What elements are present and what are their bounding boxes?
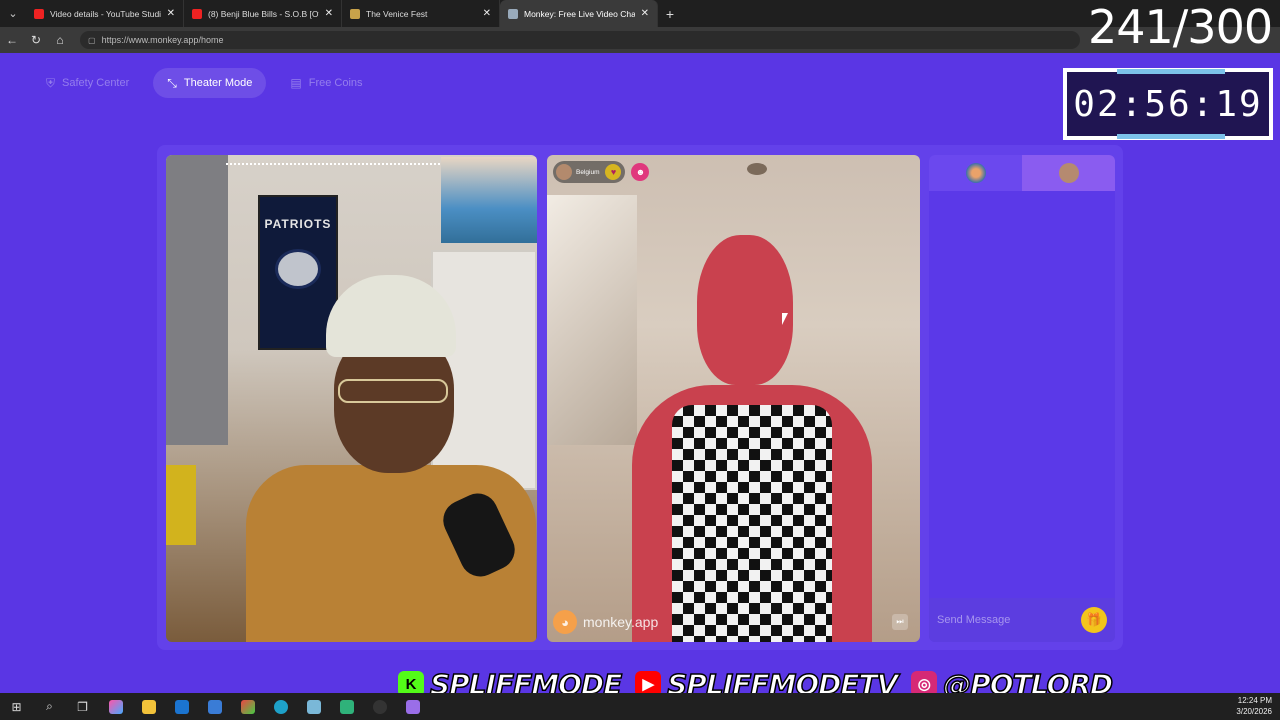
stranger bbox=[587, 235, 887, 642]
country-label: Belgium bbox=[576, 168, 600, 176]
back-arrow-icon[interactable]: ← bbox=[0, 33, 24, 47]
task-view-icon[interactable]: ❐ bbox=[66, 693, 99, 720]
palm-tree-poster bbox=[441, 157, 537, 243]
curtain bbox=[166, 155, 228, 445]
store-icon[interactable] bbox=[198, 693, 231, 720]
mouse-cursor-icon bbox=[782, 313, 788, 325]
brand-text: monkey.app bbox=[583, 614, 659, 630]
browser-tab[interactable]: The Venice Fest ✕ bbox=[342, 0, 500, 27]
chat-header bbox=[929, 155, 1115, 191]
clock-time: 12:24 PM bbox=[1237, 696, 1272, 705]
stream-timer: 02:56:19 bbox=[1063, 68, 1273, 140]
tab-title: Video details - YouTube Studio bbox=[50, 8, 161, 19]
close-tab-icon[interactable]: ✕ bbox=[325, 8, 333, 19]
youtube-studio-favicon-icon bbox=[34, 8, 44, 19]
venice-fest-favicon-icon bbox=[350, 8, 360, 19]
heart-icon[interactable]: ♥ bbox=[605, 164, 622, 180]
skip-icon[interactable]: ⏭ bbox=[892, 614, 908, 630]
obs-icon[interactable] bbox=[363, 693, 396, 720]
streamer bbox=[246, 275, 536, 642]
system-clock[interactable]: 12:24 PM 3/20/2026 bbox=[1236, 695, 1272, 717]
avatar bbox=[1058, 163, 1079, 183]
checkered-dress bbox=[672, 405, 832, 642]
stranger-masked-head bbox=[697, 235, 793, 385]
chat-tab-self[interactable] bbox=[929, 155, 1022, 191]
coins-icon: ▤ bbox=[290, 76, 302, 90]
home-icon[interactable]: ⌂ bbox=[48, 33, 72, 47]
close-tab-icon[interactable]: ✕ bbox=[167, 8, 175, 19]
profile-badge-icon[interactable]: ☻ bbox=[631, 163, 650, 181]
outlook-icon[interactable] bbox=[165, 693, 198, 720]
local-video: PATRIOTS bbox=[166, 155, 537, 642]
poster-text: PATRIOTS bbox=[264, 217, 332, 231]
start-windows-icon[interactable]: ⊞ bbox=[0, 693, 33, 720]
monkey-logo-icon: ◕ bbox=[553, 610, 577, 634]
copilot-icon[interactable] bbox=[99, 693, 132, 720]
browser-tab-active[interactable]: Monkey: Free Live Video Chat ✕ bbox=[500, 0, 658, 27]
theater-mode-button[interactable]: ⤡ Theater Mode bbox=[153, 68, 267, 98]
app-icon[interactable] bbox=[396, 693, 429, 720]
shield-icon: ⛨ bbox=[46, 75, 56, 90]
expand-icon: ⤡ bbox=[167, 75, 177, 90]
app-icon[interactable] bbox=[330, 693, 363, 720]
tab-title: The Venice Fest bbox=[366, 8, 428, 19]
chat-panel: Send Message 🎁 bbox=[929, 155, 1115, 642]
tab-title: (8) Benji Blue Bills - S.O.B [Offi bbox=[208, 8, 319, 19]
ceiling-light bbox=[747, 163, 767, 175]
url-text: https://www.monkey.app/home bbox=[101, 35, 224, 45]
stream-counter: 241/300 bbox=[1088, 0, 1273, 54]
remote-user-badges: Belgium ♥ ☻ bbox=[553, 161, 650, 183]
tab-title: Monkey: Free Live Video Chat bbox=[524, 8, 635, 19]
avatar bbox=[556, 164, 572, 180]
avatar bbox=[965, 163, 986, 183]
string-lights bbox=[226, 155, 456, 165]
timer-accent-top bbox=[1117, 69, 1225, 74]
safety-center-button[interactable]: ⛨ Safety Center bbox=[32, 68, 143, 98]
clock-date: 3/20/2026 bbox=[1236, 707, 1272, 716]
file-explorer-icon[interactable] bbox=[132, 693, 165, 720]
chat-placeholder: Send Message bbox=[937, 614, 1011, 626]
timer-text: 02:56:19 bbox=[1073, 83, 1263, 125]
timer-accent-bottom bbox=[1117, 134, 1225, 139]
chair bbox=[166, 465, 196, 545]
url-field[interactable]: ▢ https://www.monkey.app/home bbox=[80, 31, 1080, 49]
browser-tab[interactable]: (8) Benji Blue Bills - S.O.B [Offi ✕ bbox=[184, 0, 342, 27]
streamer-glasses bbox=[338, 379, 448, 403]
top-nav: ⛨ Safety Center ⤡ Theater Mode ▤ Free Co… bbox=[32, 68, 377, 98]
nav-label: Safety Center bbox=[62, 77, 130, 89]
site-info-icon[interactable]: ▢ bbox=[88, 36, 96, 45]
m365-icon[interactable] bbox=[231, 693, 264, 720]
remote-video: Belgium ♥ ☻ ◕ monkey.app ⏭ bbox=[547, 155, 920, 642]
app-icon[interactable] bbox=[297, 693, 330, 720]
gift-icon[interactable]: 🎁 bbox=[1081, 607, 1107, 633]
tab-menu-chevron-icon[interactable]: ⌄ bbox=[0, 0, 26, 27]
nav-label: Free Coins bbox=[308, 77, 363, 89]
reload-icon[interactable]: ↻ bbox=[24, 33, 48, 47]
edge-icon[interactable] bbox=[264, 693, 297, 720]
search-icon[interactable]: ⌕ bbox=[33, 693, 66, 720]
close-tab-icon[interactable]: ✕ bbox=[483, 8, 491, 19]
send-message-input[interactable]: Send Message 🎁 bbox=[929, 598, 1115, 642]
new-tab-plus-icon[interactable]: + bbox=[658, 6, 682, 22]
youtube-favicon-icon bbox=[192, 8, 202, 19]
monkey-favicon-icon bbox=[508, 8, 518, 19]
free-coins-button[interactable]: ▤ Free Coins bbox=[276, 68, 376, 98]
chat-tab-partner[interactable] bbox=[1022, 155, 1115, 191]
monkey-watermark: ◕ monkey.app bbox=[553, 610, 658, 634]
country-chip[interactable]: Belgium ♥ bbox=[553, 161, 626, 183]
nav-label: Theater Mode bbox=[183, 77, 253, 89]
browser-tab[interactable]: Video details - YouTube Studio ✕ bbox=[26, 0, 184, 27]
streamer-cap bbox=[326, 275, 456, 357]
windows-taskbar: ⊞ ⌕ ❐ 12:24 PM 3/20/2026 bbox=[0, 693, 1280, 720]
close-tab-icon[interactable]: ✕ bbox=[641, 8, 649, 19]
